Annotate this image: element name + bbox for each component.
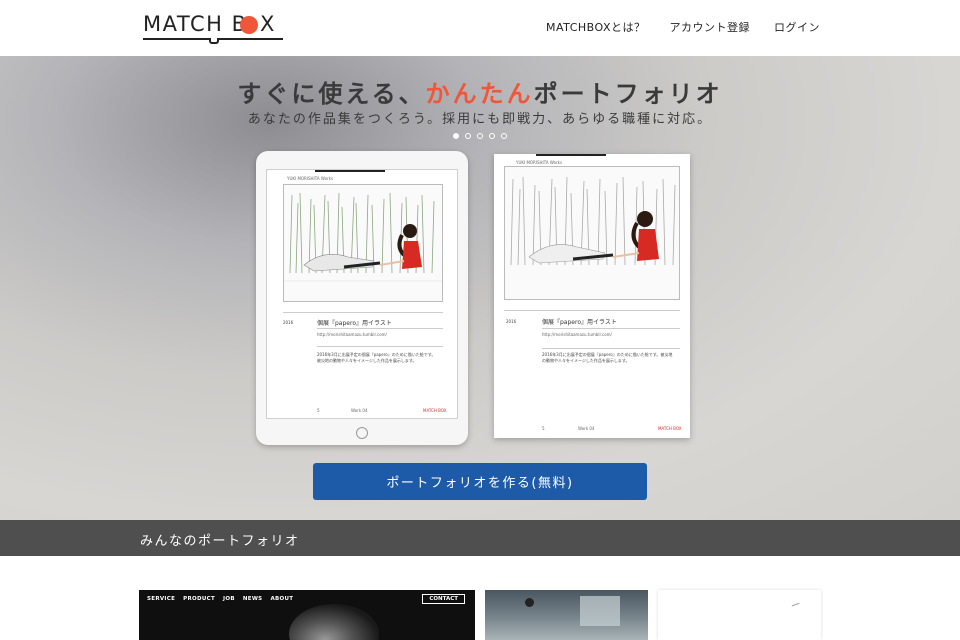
card-thumbnail-image	[791, 602, 801, 609]
matchbox-logo[interactable]: MATCH B X	[143, 10, 285, 44]
create-portfolio-button[interactable]: ポートフォリオを作る(無料)	[313, 463, 647, 500]
carousel-indicators	[453, 133, 507, 139]
nav-register-link[interactable]: アカウント登録	[670, 19, 751, 35]
divider	[317, 346, 443, 347]
page-number: 5	[317, 408, 320, 413]
tablet-home-button	[356, 427, 368, 439]
divider	[542, 328, 680, 329]
card-contact-label: CONTACT	[422, 594, 465, 604]
logo-o-dot	[240, 16, 258, 34]
page-number: 5	[542, 426, 545, 431]
hero-title-suffix: ポートフォリオ	[533, 80, 723, 108]
work-year: 2016	[283, 320, 294, 325]
card-thumbnail-image	[580, 596, 620, 626]
hero-title-prefix: すぐに使える、	[237, 80, 426, 108]
work-url: http://morishitaamazu.tumblr.com/	[317, 332, 387, 337]
work-caption: 個展『papero』用イラスト	[542, 319, 617, 326]
card-thumbnail-clock	[525, 598, 534, 607]
work-description: 2016年3月に出展予定の個展『papero』のために描いた絵です。被災地の動物…	[542, 352, 673, 363]
site-header: MATCH B X MATCHBOXとは？ アカウント登録 ログイン	[0, 0, 960, 56]
divider	[283, 312, 443, 313]
tablet-screen: YUKI MORISHITA Works 2016 個展『papero』用イラス…	[266, 169, 458, 419]
divider	[542, 348, 680, 349]
work-url: http://morishitaamazu.tumblr.com/	[542, 332, 612, 337]
illustration-image	[284, 192, 442, 282]
card-nav-item: SERVICE	[147, 596, 176, 602]
card-nav-item: PRODUCT	[183, 596, 216, 602]
logo-text-x: X	[260, 12, 276, 36]
card-nav-item: NEWS	[242, 596, 263, 602]
carousel-dot-5[interactable]	[501, 133, 507, 139]
hero-title: すぐに使える、かんたんポートフォリオ	[0, 74, 960, 109]
carousel-dot-4[interactable]	[489, 133, 495, 139]
nav-login-link[interactable]: ログイン	[774, 19, 820, 35]
header-nav: MATCHBOXとは？ アカウント登録 ログイン	[546, 19, 820, 35]
work-year: 2016	[506, 319, 517, 324]
page-footer: Work 04	[578, 426, 595, 431]
card-thumbnail-image	[289, 604, 379, 640]
doc-header-text: YUKI MORISHITA Works	[516, 160, 563, 165]
page-brand: MATCH BOX	[658, 426, 682, 431]
nav-about-link[interactable]: MATCHBOXとは？	[546, 19, 646, 35]
divider	[504, 310, 680, 311]
logo-notch	[209, 38, 219, 44]
portfolio-card[interactable]	[485, 590, 648, 640]
logo-text: MATCH B	[143, 12, 248, 36]
portfolio-list: SERVICE PRODUCT JOB NEWS ABOUT CONTACT	[0, 556, 960, 640]
carousel-dot-2[interactable]	[465, 133, 471, 139]
work-caption: 個展『papero』用イラスト	[317, 320, 392, 327]
carousel-dot-3[interactable]	[477, 133, 483, 139]
hero-subtitle: あなたの作品集をつくろう。採用にも即戦力、あらゆる職種に対応。	[247, 112, 713, 127]
page-footer: Work 04	[351, 408, 368, 413]
illustration-frame	[504, 166, 680, 300]
divider	[317, 328, 443, 329]
tablet-mockup: YUKI MORISHITA Works 2016 個展『papero』用イラス…	[256, 151, 468, 445]
doc-topbar	[315, 170, 385, 172]
illustration-frame	[283, 184, 443, 302]
hero-title-accent: かんたん	[425, 80, 534, 108]
section-title: みんなのポートフォリオ	[140, 534, 300, 549]
card-nav: SERVICE PRODUCT JOB NEWS ABOUT	[147, 596, 293, 602]
illustration-image	[510, 176, 676, 266]
hero-section: すぐに使える、かんたんポートフォリオ あなたの作品集をつくろう。採用にも即戦力、…	[0, 56, 960, 520]
work-description: 2016年3月に出展予定の個展『papero』のために描いた絵です。被災地の動物…	[317, 352, 436, 363]
section-header: みんなのポートフォリオ	[0, 520, 960, 556]
card-nav-item: JOB	[223, 596, 235, 602]
paper-mockup: YUKI MORISHITA Works 2016 個展『papero』用イラス…	[494, 154, 690, 438]
page-brand: MATCH BOX	[423, 408, 447, 413]
doc-header-text: YUKI MORISHITA Works	[287, 176, 334, 181]
doc-topbar	[536, 154, 606, 156]
card-nav-item: ABOUT	[270, 596, 294, 602]
portfolio-card[interactable]: SERVICE PRODUCT JOB NEWS ABOUT CONTACT	[139, 590, 475, 640]
carousel-dot-1[interactable]	[453, 133, 459, 139]
portfolio-card[interactable]	[658, 590, 821, 640]
